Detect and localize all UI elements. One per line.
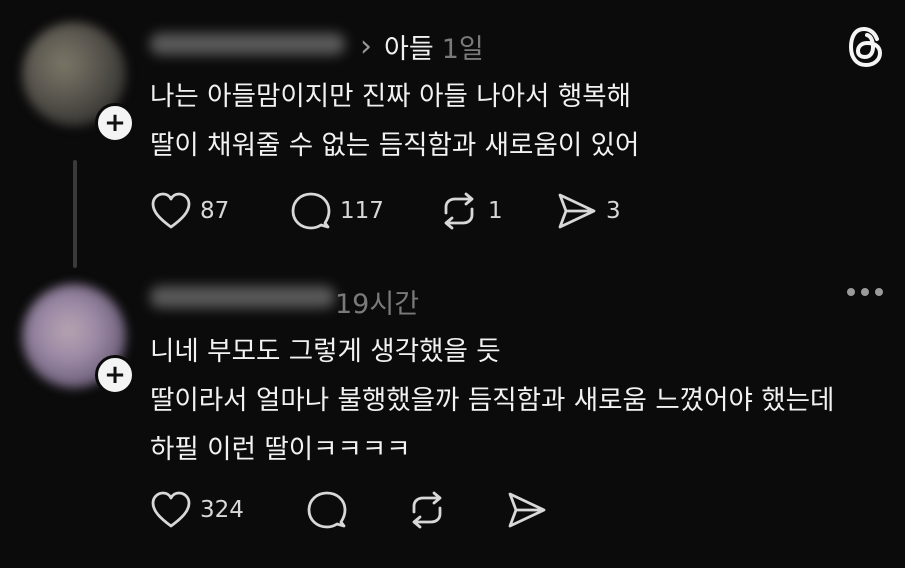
topic-tag[interactable]: 아들 bbox=[384, 27, 434, 66]
post-actions: 324 bbox=[150, 490, 548, 530]
thread-connector-line bbox=[73, 160, 77, 268]
share-button[interactable]: 3 bbox=[556, 191, 621, 231]
post-meta: 19시간 bbox=[335, 282, 419, 321]
reply-button[interactable] bbox=[306, 490, 406, 530]
post-text-line: 딸이 채워줄 수 없는 듬직함과 새로움이 있어 bbox=[150, 130, 640, 161]
share-button[interactable] bbox=[506, 490, 548, 530]
reply-count: 117 bbox=[340, 198, 384, 224]
post-meta: › 아들 1일 bbox=[360, 27, 484, 66]
send-icon bbox=[508, 492, 546, 528]
heart-icon bbox=[151, 491, 191, 528]
post-text-line: 딸이라서 얼마나 불행했을까 듬직함과 새로움 느꼈어야 했는데 bbox=[150, 385, 835, 416]
comment-bubble-icon bbox=[291, 192, 331, 230]
post-text-line: 니네 부모도 그렇게 생각했을 듯 bbox=[150, 336, 501, 367]
post-body: 니네 부모도 그렇게 생각했을 듯 딸이라서 얼마나 불행했을까 듬직함과 새로… bbox=[150, 327, 834, 474]
send-icon bbox=[558, 193, 596, 229]
more-dots-icon[interactable] bbox=[847, 288, 883, 296]
comment-bubble-icon bbox=[307, 491, 347, 529]
repost-button[interactable]: 1 bbox=[438, 191, 556, 231]
share-count: 3 bbox=[606, 198, 621, 224]
username-blurred[interactable] bbox=[150, 33, 345, 55]
repost-arrows-icon bbox=[412, 491, 442, 529]
repost-arrows-icon bbox=[444, 192, 474, 230]
post-time: 1일 bbox=[441, 34, 484, 65]
username-blurred[interactable] bbox=[150, 286, 335, 308]
repost-button[interactable] bbox=[406, 490, 506, 530]
chevron-right-icon: › bbox=[360, 29, 372, 64]
post-text-line: 하필 이런 딸이ㅋㅋㅋㅋ bbox=[150, 434, 411, 465]
reply-button[interactable]: 117 bbox=[290, 191, 438, 231]
post-time: 19시간 bbox=[335, 289, 420, 320]
post-actions: 87 117 1 3 bbox=[150, 191, 621, 231]
follow-plus-icon[interactable]: + bbox=[95, 103, 135, 143]
like-count: 87 bbox=[200, 198, 230, 224]
like-button[interactable]: 324 bbox=[150, 490, 306, 530]
like-button[interactable]: 87 bbox=[150, 191, 290, 231]
heart-icon bbox=[151, 192, 191, 229]
repost-count: 1 bbox=[488, 198, 503, 224]
post-text-line: 나는 아들맘이지만 진짜 아들 나아서 행복해 bbox=[150, 81, 631, 112]
threads-logo-icon[interactable] bbox=[846, 25, 886, 69]
threads-feed: + › 아들 1일 나는 아들맘이지만 진짜 아들 나아서 행복해 딸이 채워줄… bbox=[0, 0, 905, 568]
post-body: 나는 아들맘이지만 진짜 아들 나아서 행복해 딸이 채워줄 수 없는 듬직함과… bbox=[150, 72, 639, 170]
follow-plus-icon[interactable]: + bbox=[95, 355, 135, 395]
like-count: 324 bbox=[200, 497, 244, 523]
